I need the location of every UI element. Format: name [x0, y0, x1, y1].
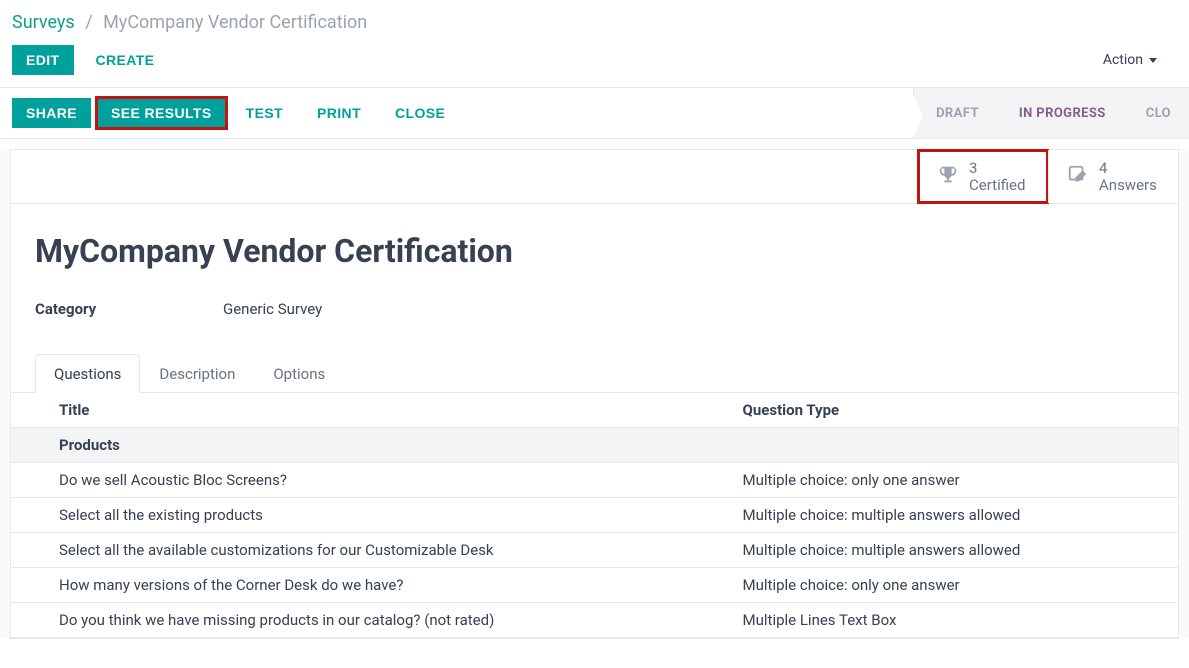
share-button[interactable]: SHARE — [12, 98, 91, 128]
tab-options[interactable]: Options — [254, 354, 344, 393]
print-button[interactable]: PRINT — [303, 98, 375, 128]
command-row: EDIT CREATE Action — [0, 39, 1189, 87]
questions-table-body: ProductsDo we sell Acoustic Bloc Screens… — [11, 428, 1178, 638]
create-button[interactable]: CREATE — [92, 45, 159, 75]
breadcrumb-separator: / — [85, 12, 92, 33]
table-row[interactable]: Do we sell Acoustic Bloc Screens?Multipl… — [11, 463, 1178, 498]
test-button[interactable]: TEST — [232, 98, 297, 128]
action-dropdown-label: Action — [1103, 52, 1143, 68]
see-results-button[interactable]: SEE RESULTS — [97, 98, 226, 128]
status-draft[interactable]: DRAFT — [914, 94, 997, 133]
chevron-down-icon — [1149, 58, 1157, 63]
breadcrumb-current: MyCompany Vendor Certification — [103, 12, 367, 33]
field-category-label: Category — [35, 300, 223, 318]
stat-answers-label: Answers — [1099, 177, 1157, 194]
table-section-row[interactable]: Products — [11, 428, 1178, 463]
status-bar: DRAFT IN PROGRESS CLO — [913, 88, 1189, 138]
breadcrumb: Surveys / MyCompany Vendor Certification — [0, 0, 1189, 39]
table-section-title: Products — [11, 428, 1178, 463]
table-cell-title: Do we sell Acoustic Bloc Screens? — [11, 463, 735, 498]
questions-table-header-title[interactable]: Title — [11, 393, 735, 428]
stat-buttons: 3 Certified 4 Answers — [11, 150, 1178, 204]
table-cell-title: Do you think we have missing products in… — [11, 603, 735, 638]
field-category-value: Generic Survey — [223, 300, 322, 318]
tab-description[interactable]: Description — [140, 354, 254, 393]
table-row[interactable]: How many versions of the Corner Desk do … — [11, 568, 1178, 603]
action-bar: SHARE SEE RESULTS TEST PRINT CLOSE DRAFT… — [0, 88, 1189, 138]
stat-certified-count: 3 — [969, 160, 1025, 177]
table-cell-type: Multiple choice: multiple answers allowe… — [735, 498, 1178, 533]
edit-button[interactable]: EDIT — [12, 45, 74, 75]
field-category: Category Generic Survey — [11, 278, 1178, 326]
breadcrumb-root[interactable]: Surveys — [12, 12, 75, 33]
close-button[interactable]: CLOSE — [381, 98, 459, 128]
stat-certified[interactable]: 3 Certified — [918, 150, 1048, 203]
action-dropdown[interactable]: Action — [1103, 52, 1157, 68]
status-in-progress[interactable]: IN PROGRESS — [997, 94, 1124, 133]
table-cell-type: Multiple Lines Text Box — [735, 603, 1178, 638]
table-row[interactable]: Select all the available customizations … — [11, 533, 1178, 568]
table-row[interactable]: Do you think we have missing products in… — [11, 603, 1178, 638]
table-cell-type: Multiple choice: only one answer — [735, 568, 1178, 603]
questions-table: Title Question Type ProductsDo we sell A… — [11, 393, 1178, 638]
tab-questions[interactable]: Questions — [35, 354, 140, 393]
stat-answers[interactable]: 4 Answers — [1048, 150, 1178, 203]
table-row[interactable]: Select all the existing productsMultiple… — [11, 498, 1178, 533]
pencil-square-icon — [1067, 164, 1089, 190]
record-title: MyCompany Vendor Certification — [11, 204, 1178, 278]
trophy-icon — [937, 164, 959, 190]
table-cell-title: Select all the available customizations … — [11, 533, 735, 568]
notebook-tabs: Questions Description Options — [11, 326, 1178, 393]
table-cell-title: Select all the existing products — [11, 498, 735, 533]
table-cell-title: How many versions of the Corner Desk do … — [11, 568, 735, 603]
stat-answers-count: 4 — [1099, 160, 1157, 177]
table-cell-type: Multiple choice: multiple answers allowe… — [735, 533, 1178, 568]
form-sheet: 3 Certified 4 Answers MyCompany Vendor C… — [10, 149, 1179, 639]
table-cell-type: Multiple choice: only one answer — [735, 463, 1178, 498]
questions-table-header-type[interactable]: Question Type — [735, 393, 1178, 428]
stat-certified-label: Certified — [969, 177, 1025, 194]
